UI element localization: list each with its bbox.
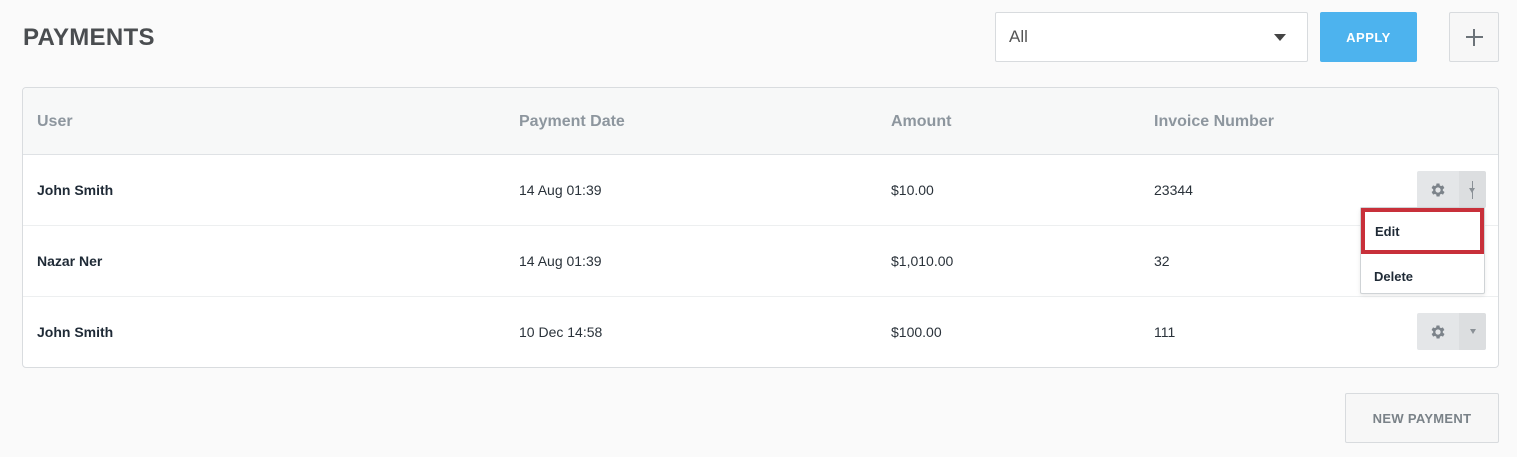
new-payment-button[interactable]: NEW PAYMENT <box>1345 393 1499 443</box>
row-payment-date: 14 Aug 01:39 <box>519 182 602 198</box>
row-payment-date: 10 Dec 14:58 <box>519 324 603 340</box>
add-button[interactable] <box>1449 12 1499 62</box>
row-actions-toggle[interactable] <box>1459 171 1486 208</box>
payments-table: User Payment Date Amount Invoice Number … <box>22 87 1499 368</box>
row-user: John Smith <box>37 182 114 198</box>
plus-icon <box>1465 28 1483 46</box>
table-row: John Smith 10 Dec 14:58 $100.00 111 <box>23 297 1498 368</box>
gear-icon <box>1431 182 1445 197</box>
row-amount: $100.00 <box>891 324 942 340</box>
row-actions <box>1417 171 1486 208</box>
gear-icon <box>1431 324 1445 339</box>
chevron-down-icon <box>1274 33 1286 41</box>
menu-item-label: Edit <box>1375 224 1400 239</box>
row-actions <box>1417 313 1486 350</box>
column-header-invoice-number[interactable]: Invoice Number <box>1154 113 1274 131</box>
apply-button[interactable]: APPLY <box>1320 12 1417 62</box>
column-header-user[interactable]: User <box>37 113 73 131</box>
row-settings-button[interactable] <box>1417 171 1459 208</box>
table-header: User Payment Date Amount Invoice Number <box>23 88 1498 155</box>
row-user: Nazar Ner <box>37 253 103 269</box>
row-invoice-number: 111 <box>1154 324 1176 340</box>
row-payment-date: 14 Aug 01:39 <box>519 253 602 269</box>
row-user: John Smith <box>37 324 114 340</box>
page-title: PAYMENTS <box>23 24 155 51</box>
row-amount: $10.00 <box>891 182 934 198</box>
menu-item-edit[interactable]: Edit <box>1361 208 1484 254</box>
row-invoice-number: 23344 <box>1154 182 1193 198</box>
table-row: John Smith 14 Aug 01:39 $10.00 23344 <box>23 155 1498 226</box>
row-settings-button[interactable] <box>1417 313 1459 350</box>
filter-selected-value: All <box>1009 27 1028 46</box>
column-header-payment-date[interactable]: Payment Date <box>519 113 625 131</box>
chevron-down-icon <box>1469 329 1476 334</box>
chevron-down-icon <box>1469 180 1475 199</box>
row-actions-toggle[interactable] <box>1459 313 1486 350</box>
column-header-amount[interactable]: Amount <box>891 113 951 131</box>
table-row: Nazar Ner 14 Aug 01:39 $1,010.00 32 <box>23 226 1498 297</box>
menu-item-delete[interactable]: Delete <box>1361 254 1484 294</box>
row-actions-menu: Edit Delete <box>1360 207 1485 294</box>
row-invoice-number: 32 <box>1154 253 1170 269</box>
menu-item-label: Delete <box>1374 269 1414 284</box>
row-amount: $1,010.00 <box>891 253 954 269</box>
filter-select[interactable]: All <box>995 12 1308 62</box>
